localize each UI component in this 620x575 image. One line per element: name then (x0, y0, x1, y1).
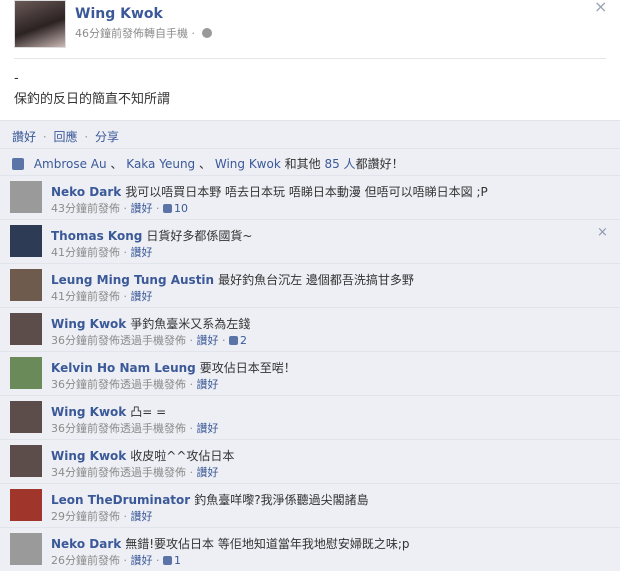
separator: · (84, 130, 89, 144)
post-body-line: - (14, 71, 19, 86)
comment-author[interactable]: Thomas Kong (51, 229, 142, 243)
comment-item: Thomas Kong 日貨好多都係國貨~ 41分鐘前發佈 · 讚好 × (0, 219, 620, 263)
commenter-avatar[interactable] (10, 357, 42, 389)
comment-author[interactable]: Wing Kwok (51, 449, 126, 463)
comment-text: 要攻佔日本至啱！ (199, 361, 296, 375)
comment-text: 收皮啦^^攻佔日本 (130, 449, 235, 463)
comment-like-link[interactable]: 讚好 (131, 246, 153, 259)
post-timestamp[interactable]: 46分鐘前發佈轉自手機 · (75, 27, 195, 40)
like-link[interactable]: 讚好 (12, 130, 36, 144)
comment-text: 無錯!要攻佔日本 等佢地知道當年我地慰安婦既之味;p (125, 537, 410, 551)
comment-like-link[interactable]: 讚好 (197, 422, 219, 435)
comment-like-link[interactable]: 讚好 (131, 202, 153, 215)
divider (14, 58, 606, 59)
thumbs-up-icon (163, 204, 172, 213)
commenter-avatar[interactable] (10, 181, 42, 213)
comment-like-count[interactable]: 10 (163, 202, 188, 215)
post-meta: 46分鐘前發佈轉自手機 · (75, 25, 212, 41)
comment-item: Wing Kwok 凸= = 36分鐘前發佈透過手機發佈 · 讚好 (0, 395, 620, 439)
comment-item: Neko Dark 無錯!要攻佔日本 等佢地知道當年我地慰安婦既之味;p 26分鐘… (0, 527, 620, 571)
liker-link[interactable]: Ambrose Au (34, 157, 107, 171)
comment-text: 爭釣魚臺米又系為左錢 (130, 317, 251, 331)
comment-author[interactable]: Wing Kwok (51, 405, 126, 419)
likes-summary: Ambrose Au 、 Kaka Yeung 、 Wing Kwok 和其他 … (0, 148, 620, 175)
comment-author[interactable]: Kelvin Ho Nam Leung (51, 361, 196, 375)
commenter-avatar[interactable] (10, 489, 42, 521)
comment-text: 釣魚臺咩嚟?我淨係聽過尖閣諸島 (194, 493, 369, 507)
comment-item: Wing Kwok 爭釣魚臺米又系為左錢 36分鐘前發佈透過手機發佈 · 讚好 ·… (0, 307, 620, 351)
likes-count-link[interactable]: 85 人 (324, 157, 355, 171)
comment-item: Leon TheDruminator 釣魚臺咩嚟?我淨係聽過尖閣諸島 29分鐘前發… (0, 483, 620, 527)
comment-like-link[interactable]: 讚好 (131, 510, 153, 523)
comment-time[interactable]: 34分鐘前發佈透過手機發佈 (51, 466, 186, 479)
likes-suffix: 都讚好！ (355, 157, 404, 171)
share-link[interactable]: 分享 (95, 130, 119, 144)
thumbs-up-icon (163, 556, 172, 565)
comment-time[interactable]: 41分鐘前發佈 (51, 290, 120, 303)
post-body: - 保釣的反日的簡直不知所謂 (14, 68, 170, 110)
commenter-avatar[interactable] (10, 313, 42, 345)
thumbs-up-icon (229, 336, 238, 345)
close-icon[interactable]: × (594, 0, 607, 16)
comment-like-link[interactable]: 讚好 (197, 334, 219, 347)
comment-like-link[interactable]: 讚好 (197, 466, 219, 479)
comment-text: 凸= = (130, 405, 167, 419)
comment-author[interactable]: Neko Dark (51, 537, 121, 551)
comment-time[interactable]: 41分鐘前發佈 (51, 246, 120, 259)
comment-like-link[interactable]: 讚好 (131, 554, 153, 567)
comment-time[interactable]: 26分鐘前發佈 (51, 554, 120, 567)
separator: · (42, 130, 47, 144)
comment-time[interactable]: 36分鐘前發佈透過手機發佈 (51, 378, 186, 391)
comment-text: 我可以唔買日本野 唔去日本玩 唔睇日本動漫 但唔可以唔睇日本図 ;P (125, 185, 488, 199)
separator: 、 (199, 157, 212, 171)
comment-item: Leung Ming Tung Austin 最好釣魚台沉左 邊個都吾洗搞甘多野 … (0, 263, 620, 307)
globe-icon (201, 28, 212, 38)
comment-item: Wing Kwok 收皮啦^^攻佔日本 34分鐘前發佈透過手機發佈 · 讚好 (0, 439, 620, 483)
commenter-avatar[interactable] (10, 533, 42, 565)
author-avatar[interactable] (14, 0, 66, 48)
comment-like-count[interactable]: 2 (229, 334, 247, 347)
commenter-avatar[interactable] (10, 401, 42, 433)
comment-author[interactable]: Neko Dark (51, 185, 121, 199)
commenter-avatar[interactable] (10, 225, 42, 257)
comment-like-link[interactable]: 讚好 (131, 290, 153, 303)
comment-time[interactable]: 43分鐘前發佈 (51, 202, 120, 215)
post-body-line: 保釣的反日的簡直不知所謂 (14, 92, 171, 107)
comment-text: 日貨好多都係國貨~ (146, 229, 253, 243)
comment-like-count[interactable]: 1 (163, 554, 181, 567)
post-header: Wing Kwok 46分鐘前發佈轉自手機 · × (0, 0, 620, 60)
commenter-avatar[interactable] (10, 445, 42, 477)
liker-link[interactable]: Wing Kwok (215, 157, 281, 171)
likes-and-others: 和其他 (284, 157, 321, 171)
liker-link[interactable]: Kaka Yeung (126, 157, 195, 171)
comment-time[interactable]: 36分鐘前發佈透過手機發佈 (51, 334, 186, 347)
comment-author[interactable]: Wing Kwok (51, 317, 126, 331)
comment-like-link[interactable]: 讚好 (197, 378, 219, 391)
comment-time[interactable]: 29分鐘前發佈 (51, 510, 120, 523)
thumbs-up-icon (12, 158, 24, 170)
close-icon[interactable]: × (597, 225, 608, 240)
separator: 、 (110, 157, 123, 171)
comment-text: 最好釣魚台沉左 邊個都吾洗搞甘多野 (218, 273, 414, 287)
comment-item: Neko Dark 我可以唔買日本野 唔去日本玩 唔睇日本動漫 但唔可以唔睇日本図… (0, 175, 620, 219)
comment-author[interactable]: Leon TheDruminator (51, 493, 190, 507)
post-author-name[interactable]: Wing Kwok (75, 6, 163, 22)
post-actions: 讚好 · 回應 · 分享 (0, 120, 620, 148)
comment-link[interactable]: 回應 (54, 130, 78, 144)
comment-time[interactable]: 36分鐘前發佈透過手機發佈 (51, 422, 186, 435)
comment-item: Kelvin Ho Nam Leung 要攻佔日本至啱！ 36分鐘前發佈透過手機發… (0, 351, 620, 395)
commenter-avatar[interactable] (10, 269, 42, 301)
comment-author[interactable]: Leung Ming Tung Austin (51, 273, 214, 287)
